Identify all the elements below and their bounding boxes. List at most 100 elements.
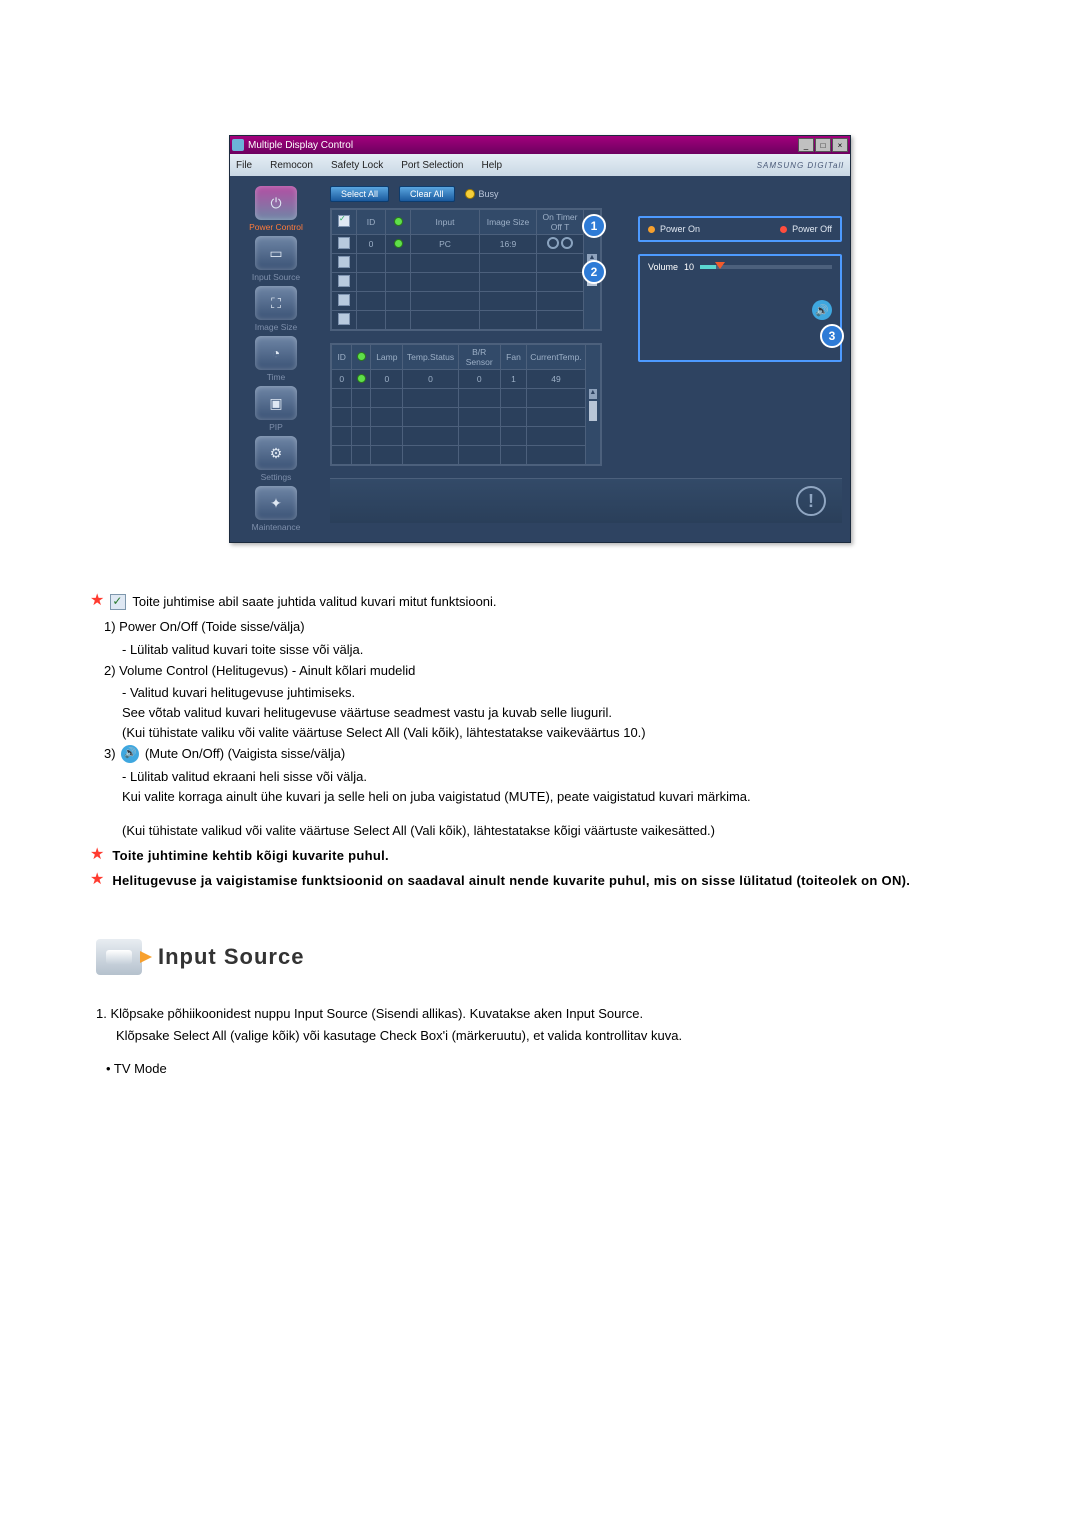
busy-label: Busy xyxy=(479,189,499,199)
menu-port-selection[interactable]: Port Selection xyxy=(401,160,463,171)
col-lamp: Lamp xyxy=(371,345,403,370)
section-title: Input Source xyxy=(158,941,304,973)
item-2c: (Kui tühistate valiku või valite väärtus… xyxy=(122,724,990,743)
callout-3: 3 xyxy=(820,324,844,348)
status-table: ID Lamp Temp.Status B/R Sensor Fan Curre… xyxy=(330,343,602,466)
power-status-icon xyxy=(394,217,403,226)
item-2: 2) Volume Control (Helitugevus) - Ainult… xyxy=(104,662,990,681)
pip-icon: ▣ xyxy=(255,386,297,420)
checkbox-icon xyxy=(110,594,126,610)
timer-ring-icon xyxy=(547,237,559,249)
main-panel: Select All Clear All Busy ID Inpu xyxy=(322,176,850,542)
star-icon: ★ xyxy=(90,593,104,612)
sidebar-item-label: Input Source xyxy=(252,272,300,282)
cell-temp-status: 0 xyxy=(403,370,458,389)
mute-icon[interactable]: 🔊 xyxy=(812,300,832,320)
sidebar-item-label: Power Control xyxy=(249,222,303,232)
cell-br: 0 xyxy=(458,370,500,389)
menu-remocon[interactable]: Remocon xyxy=(270,160,313,171)
item-3b: Kui valite korraga ainult ühe kuvari ja … xyxy=(122,788,990,807)
row-checkbox[interactable] xyxy=(338,313,350,325)
sidebar: ⏻ Power Control ▭ Input Source ⛶ Image S… xyxy=(230,176,322,542)
star-icon: ★ xyxy=(90,847,104,866)
col-br-sensor: B/R Sensor xyxy=(458,345,500,370)
bullet-1a: Klõpsake Select All (valige kõik) või ka… xyxy=(116,1027,990,1046)
item-1: 1) Power On/Off (Toide sisse/välja) xyxy=(104,618,990,637)
volume-label: Volume xyxy=(648,262,678,272)
row-checkbox[interactable] xyxy=(338,256,350,268)
menu-help[interactable]: Help xyxy=(481,160,502,171)
sidebar-item-settings[interactable]: ⚙ Settings xyxy=(255,436,297,482)
sidebar-item-input-source[interactable]: ▭ Input Source xyxy=(252,236,300,282)
item-3: 3) 🔊 (Mute On/Off) (Vaigista sisse/välja… xyxy=(104,745,990,764)
power-off-label: Power Off xyxy=(792,224,832,234)
row-checkbox[interactable] xyxy=(338,294,350,306)
note-1: Toite juhtimine kehtib kõigi kuvarite pu… xyxy=(112,847,389,866)
row-checkbox[interactable] xyxy=(338,275,350,287)
maximize-button[interactable]: □ xyxy=(815,138,831,152)
callout-1: 1 xyxy=(582,214,606,238)
sidebar-item-time[interactable]: ◔ Time xyxy=(255,336,297,382)
window-title: Multiple Display Control xyxy=(248,140,353,151)
status-bar: ! xyxy=(330,478,842,523)
minimize-button[interactable]: _ xyxy=(798,138,814,152)
maintenance-icon: ✦ xyxy=(255,486,297,520)
display-table: ID Input Image Size On Timer Off T ▲ 0 P… xyxy=(330,208,602,331)
mute-inline-icon: 🔊 xyxy=(121,745,139,763)
menu-safety-lock[interactable]: Safety Lock xyxy=(331,160,383,171)
input-icon: ▭ xyxy=(255,236,297,270)
busy-led-icon xyxy=(465,189,475,199)
sidebar-item-label: Image Size xyxy=(255,322,298,332)
close-button[interactable]: × xyxy=(832,138,848,152)
table-row[interactable]: 0 PC 16:9 xyxy=(332,235,601,254)
col-image-size: Image Size xyxy=(480,210,537,235)
scrollbar[interactable]: ▲ xyxy=(585,345,600,465)
clear-all-button[interactable]: Clear All xyxy=(399,186,455,202)
power-dot-icon xyxy=(394,239,403,248)
sidebar-item-image-size[interactable]: ⛶ Image Size xyxy=(255,286,298,332)
sidebar-item-pip[interactable]: ▣ PIP xyxy=(255,386,297,432)
cell-fan: 1 xyxy=(500,370,526,389)
power-status-icon xyxy=(357,352,366,361)
projector-icon xyxy=(96,939,142,975)
col-id: ID xyxy=(357,210,386,235)
menu-file[interactable]: File xyxy=(236,160,252,171)
cell-id: 0 xyxy=(357,235,386,254)
power-on-button[interactable]: Power On xyxy=(648,224,700,234)
alert-icon: ! xyxy=(796,486,826,516)
col-fan: Fan xyxy=(500,345,526,370)
power-icon: ⏻ xyxy=(255,186,297,220)
sidebar-item-label: Settings xyxy=(255,472,297,482)
col-input: Input xyxy=(411,210,480,235)
intro-text: Toite juhtimise abil saate juhtida valit… xyxy=(132,593,496,612)
item-2b: See võtab valitud kuvari helitugevuse vä… xyxy=(122,704,990,723)
timer-ring-icon xyxy=(561,237,573,249)
power-box: Power On Power Off xyxy=(638,216,842,242)
image-size-icon: ⛶ xyxy=(255,286,297,320)
note-2: Helitugevuse ja vaigistamise funktsiooni… xyxy=(112,872,910,891)
volume-value: 10 xyxy=(684,262,694,272)
item-2a: - Valitud kuvari helitugevuse juhtimisek… xyxy=(122,684,990,703)
item-3-pre: 3) xyxy=(104,746,116,761)
volume-box: Volume 10 🔊 xyxy=(638,254,842,362)
item-1a: - Lülitab valitud kuvari toite sisse või… xyxy=(122,641,990,660)
busy-indicator: Busy xyxy=(465,189,499,199)
sidebar-item-maintenance[interactable]: ✦ Maintenance xyxy=(252,486,301,532)
sidebar-item-label: Time xyxy=(255,372,297,382)
row-checkbox[interactable] xyxy=(338,237,350,249)
volume-slider[interactable] xyxy=(700,265,832,269)
item-3a: - Lülitab valitud ekraani heli sisse või… xyxy=(122,768,990,787)
select-all-button[interactable]: Select All xyxy=(330,186,389,202)
table-row[interactable]: 0 0 0 0 1 49 xyxy=(332,370,601,389)
sidebar-item-power-control[interactable]: ⏻ Power Control xyxy=(249,186,303,232)
menubar: File Remocon Safety Lock Port Selection … xyxy=(230,154,850,176)
item-3c: (Kui tühistate valikud või valite väärtu… xyxy=(122,822,990,841)
power-off-dot-icon xyxy=(780,226,787,233)
cell-id2: 0 xyxy=(332,370,352,389)
item-3-post: (Mute On/Off) (Vaigista sisse/välja) xyxy=(145,746,345,761)
power-off-button[interactable]: Power Off xyxy=(780,224,832,234)
titlebar: Multiple Display Control _ □ × xyxy=(230,136,850,154)
header-checkbox[interactable] xyxy=(338,215,350,227)
app-window: Multiple Display Control _ □ × File Remo… xyxy=(229,135,851,543)
cell-image-size: 16:9 xyxy=(480,235,537,254)
